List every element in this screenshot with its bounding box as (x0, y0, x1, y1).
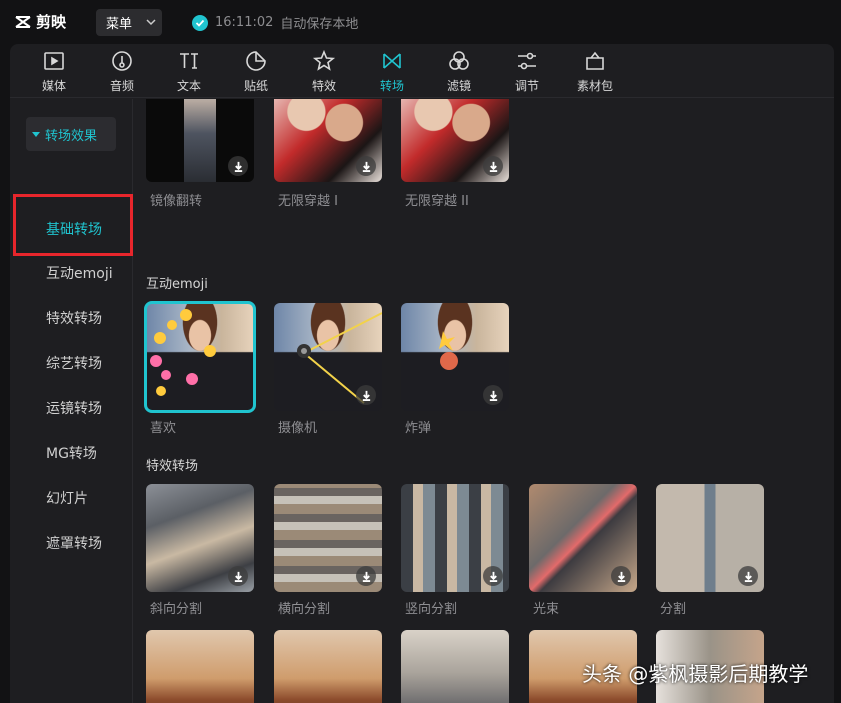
category-header-label: 转场效果 (45, 128, 98, 144)
transition-label: 摄像机 (278, 421, 318, 436)
chevron-down-icon (146, 19, 156, 26)
annotation-highlight-box (13, 194, 133, 256)
transition-card-diagonal-split[interactable] (146, 484, 254, 592)
download-icon[interactable] (738, 566, 758, 586)
transition-grid: 镜像翻转 无限穿越 I 无限穿越 II 互动emoji 喜欢 摄像机 炸弹 特效… (134, 99, 834, 703)
tool-label: 调节 (514, 79, 539, 93)
section-title-effects: 特效转场 (146, 459, 199, 474)
sidebar-item-emoji[interactable]: 互动emoji (46, 263, 113, 283)
transition-card-bomb[interactable] (401, 303, 509, 411)
text-icon (180, 53, 198, 69)
transition-card-mirror[interactable] (146, 99, 254, 182)
transition-card-camera[interactable] (274, 303, 382, 411)
effects-icon (312, 49, 336, 71)
tool-transition[interactable]: 转场 (362, 49, 422, 95)
capcut-logo-icon (15, 15, 31, 28)
tool-filter[interactable]: 滤镜 (429, 49, 489, 95)
transition-card[interactable] (146, 630, 254, 703)
transition-card-infinite-1[interactable] (274, 99, 382, 182)
transition-label: 分割 (660, 602, 687, 617)
transition-label: 无限穿越 I (278, 194, 338, 209)
sidebar-item-variety[interactable]: 综艺转场 (46, 353, 102, 373)
tool-label: 文本 (176, 79, 201, 93)
download-icon[interactable] (483, 385, 503, 405)
sidebar-item-slides[interactable]: 幻灯片 (46, 488, 88, 508)
adjust-icon (518, 52, 536, 70)
download-icon[interactable] (356, 566, 376, 586)
sidebar-item-effects[interactable]: 特效转场 (46, 308, 102, 328)
transition-label: 竖向分割 (405, 602, 458, 617)
download-icon[interactable] (483, 566, 503, 586)
tool-package[interactable]: 素材包 (565, 49, 625, 95)
download-icon[interactable] (611, 566, 631, 586)
download-icon[interactable] (356, 156, 376, 176)
section-title-emoji: 互动emoji (146, 277, 208, 292)
transition-card-beam[interactable] (529, 484, 637, 592)
transition-label: 光束 (533, 602, 560, 617)
watermark-text: 头条 @紫枫摄影后期教学 (582, 662, 809, 686)
main-panel: 媒体 音频 文本 贴纸 特效 转场 滤镜 调节 素材包 转场效果 基础转场 互动… (10, 44, 834, 703)
category-sidebar: 转场效果 基础转场 互动emoji 特效转场 综艺转场 运镜转场 MG转场 幻灯… (10, 99, 133, 703)
transition-card[interactable] (274, 630, 382, 703)
tool-effects[interactable]: 特效 (294, 49, 354, 95)
transition-icon (383, 53, 401, 69)
tool-sticker[interactable]: 贴纸 (226, 49, 286, 95)
app-logo: 剪映 (14, 11, 66, 32)
download-icon[interactable] (483, 156, 503, 176)
transition-card-horizontal-split[interactable] (274, 484, 382, 592)
tool-label: 媒体 (41, 79, 66, 93)
tool-label: 特效 (311, 79, 336, 93)
tool-audio[interactable]: 音频 (92, 49, 152, 95)
tool-adjust[interactable]: 调节 (497, 49, 557, 95)
tool-label: 滤镜 (446, 79, 471, 93)
media-icon (44, 52, 64, 70)
menu-button[interactable]: 菜单 (96, 9, 162, 36)
transition-label: 炸弹 (405, 421, 432, 436)
transition-card-like[interactable] (144, 301, 256, 413)
sidebar-item-camera[interactable]: 运镜转场 (46, 398, 102, 418)
transition-card[interactable] (401, 630, 509, 703)
download-icon[interactable] (228, 566, 248, 586)
tool-label: 贴纸 (243, 79, 268, 93)
transition-label: 无限穿越 II (405, 194, 469, 209)
app-title: 剪映 (36, 13, 67, 31)
menu-label: 菜单 (106, 17, 133, 32)
transition-card-split[interactable] (656, 484, 764, 592)
category-header[interactable]: 转场效果 (26, 117, 116, 151)
tool-label: 音频 (109, 79, 134, 93)
transition-label: 镜像翻转 (150, 194, 203, 209)
tool-media[interactable]: 媒体 (24, 49, 84, 95)
check-circle-icon (192, 14, 208, 31)
sidebar-item-mask[interactable]: 遮罩转场 (46, 533, 102, 553)
app-bar: 剪映 菜单 16:11:02 自动保存本地 (0, 0, 841, 44)
audio-icon (112, 51, 132, 71)
download-icon[interactable] (228, 156, 248, 176)
save-text: 自动保存本地 (280, 17, 359, 32)
tool-label: 素材包 (576, 79, 613, 93)
transition-label: 喜欢 (150, 421, 177, 436)
transition-card-vertical-split[interactable] (401, 484, 509, 592)
transition-label: 横向分割 (278, 602, 331, 617)
caret-down-icon (32, 132, 40, 137)
sidebar-item-mg[interactable]: MG转场 (46, 443, 97, 463)
tool-text[interactable]: 文本 (159, 49, 219, 95)
sticker-icon (246, 51, 266, 71)
save-time: 16:11:02 (215, 15, 274, 30)
emoji-hearts-icon (150, 309, 216, 396)
resource-toolbar: 媒体 音频 文本 贴纸 特效 转场 滤镜 调节 素材包 (10, 44, 834, 98)
package-icon (586, 51, 604, 70)
tool-label: 转场 (379, 79, 404, 93)
transition-label: 斜向分割 (150, 602, 203, 617)
autosave-status: 16:11:02 自动保存本地 (192, 13, 358, 32)
transition-card-infinite-2[interactable] (401, 99, 509, 182)
download-icon[interactable] (356, 385, 376, 405)
filter-icon (449, 51, 469, 70)
